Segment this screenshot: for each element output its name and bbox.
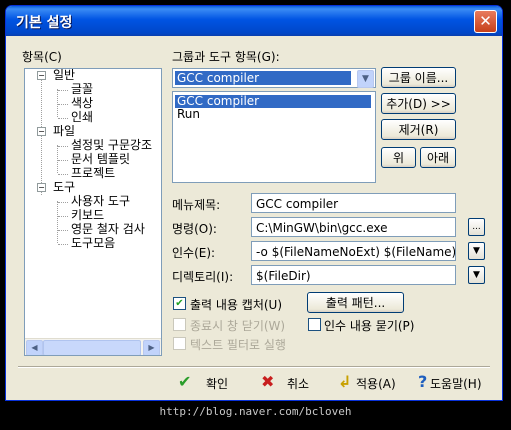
- ask-args-checkbox[interactable]: [308, 318, 321, 331]
- directory-label: 디렉토리(I):: [172, 270, 234, 284]
- title-bar[interactable]: 기본 설정 ✕: [6, 6, 502, 36]
- preferences-dialog: 기본 설정 ✕ 항목(C) − 일반 글꼴 색상 인쇄 − 파일 설정및 구문강…: [5, 5, 503, 401]
- arguments-dropdown-icon[interactable]: ▼: [468, 242, 485, 260]
- scroll-left-icon[interactable]: ◀: [26, 340, 43, 355]
- directory-field[interactable]: $(FileDir): [251, 265, 456, 285]
- close-on-exit-checkbox: [173, 318, 186, 331]
- tree-item-spellcheck[interactable]: 영문 철자 검사: [71, 223, 145, 236]
- tree-line: [57, 89, 58, 117]
- cancel-button[interactable]: ✖ 취소: [259, 372, 319, 392]
- tree-item-template[interactable]: 문서 템플릿: [71, 153, 130, 166]
- move-down-button[interactable]: 아래: [420, 147, 456, 168]
- text-filter-checkbox: [173, 337, 186, 350]
- tree-item-font[interactable]: 글꼴: [71, 83, 93, 96]
- close-button[interactable]: ✕: [474, 10, 497, 33]
- tree-item-print[interactable]: 인쇄: [71, 111, 93, 124]
- apply-button[interactable]: ↲ 적용(A): [336, 372, 406, 392]
- cancel-x-icon: ✖: [261, 372, 275, 391]
- scroll-right-icon[interactable]: ▶: [143, 340, 160, 355]
- add-button[interactable]: 추가(D) >>: [381, 93, 456, 114]
- collapse-icon[interactable]: −: [37, 183, 46, 192]
- tool-list[interactable]: GCC compiler Run: [172, 91, 376, 183]
- collapse-icon[interactable]: −: [37, 71, 46, 80]
- menu-title-label: 메뉴제목:: [172, 198, 221, 212]
- tree-item-keyboard[interactable]: 키보드: [71, 209, 104, 222]
- arguments-field[interactable]: -o $(FileNameNoExt) $(FileName): [251, 241, 456, 261]
- tree-item-file[interactable]: 파일: [53, 125, 75, 138]
- tree-item-general[interactable]: 일반: [53, 69, 75, 82]
- tree-line: [57, 201, 58, 243]
- category-tree[interactable]: − 일반 글꼴 색상 인쇄 − 파일 설정및 구문강조 문서 템플릿 프로젝트 …: [24, 68, 162, 356]
- tree-item-toolbar[interactable]: 도구모음: [71, 237, 115, 250]
- blog-url: http://blog.naver.com/bcloveh: [159, 405, 352, 418]
- move-up-button[interactable]: 위: [381, 147, 416, 168]
- tree-item-user-tools[interactable]: 사용자 도구: [71, 195, 130, 208]
- group-label: 그룹과 도구 항목(G):: [172, 50, 280, 64]
- scroll-thumb[interactable]: [43, 340, 141, 355]
- horizontal-scrollbar[interactable]: ◀ ▶: [25, 338, 161, 355]
- tree-item-color[interactable]: 색상: [71, 97, 93, 110]
- collapse-icon[interactable]: −: [37, 127, 46, 136]
- help-button[interactable]: ? 도움말(H): [416, 372, 496, 392]
- apply-arrow-icon: ↲: [338, 372, 352, 391]
- list-item[interactable]: Run: [175, 108, 371, 121]
- group-combo-value: GCC compiler: [175, 71, 351, 85]
- tree-item-project[interactable]: 프로젝트: [71, 167, 115, 180]
- command-field[interactable]: C:\MinGW\bin\gcc.exe: [251, 217, 456, 237]
- output-pattern-button[interactable]: 출력 패턴...: [307, 292, 404, 313]
- rename-group-button[interactable]: 그룹 이름...: [381, 67, 456, 88]
- text-filter-label: 텍스트 필터로 실행: [190, 338, 286, 352]
- remove-button[interactable]: 제거(R): [381, 119, 456, 140]
- divider: [18, 366, 490, 368]
- capture-output-label[interactable]: 출력 내용 캡처(U): [190, 296, 282, 313]
- window-title: 기본 설정: [16, 15, 73, 31]
- list-item[interactable]: GCC compiler: [175, 95, 371, 108]
- help-icon: ?: [418, 372, 428, 391]
- menu-title-field[interactable]: GCC compiler: [251, 193, 456, 213]
- cancel-label: 취소: [287, 377, 310, 391]
- tree-line: [57, 145, 58, 173]
- ok-button[interactable]: ✔ 확인: [176, 372, 236, 392]
- directory-dropdown-icon[interactable]: ▼: [468, 266, 485, 284]
- ask-args-label[interactable]: 인수 내용 묻기(P): [324, 317, 414, 334]
- group-combo[interactable]: GCC compiler ▼: [172, 68, 376, 88]
- category-label: 항목(C): [22, 50, 62, 64]
- tree-item-syntax[interactable]: 설정및 구문강조: [71, 139, 152, 152]
- tree-item-tools[interactable]: 도구: [53, 181, 75, 194]
- ok-label: 확인: [206, 377, 229, 391]
- checkmark-icon: ✔: [178, 372, 192, 391]
- apply-label: 적용(A): [356, 377, 396, 391]
- browse-button[interactable]: ...: [468, 218, 485, 236]
- capture-output-checkbox[interactable]: ✔: [173, 297, 186, 310]
- command-label: 명령(O):: [172, 222, 217, 236]
- arguments-label: 인수(E):: [172, 246, 216, 260]
- help-label: 도움말(H): [430, 377, 482, 391]
- close-on-exit-label: 종료시 창 닫기(W): [190, 319, 286, 333]
- chevron-down-icon[interactable]: ▼: [357, 70, 374, 88]
